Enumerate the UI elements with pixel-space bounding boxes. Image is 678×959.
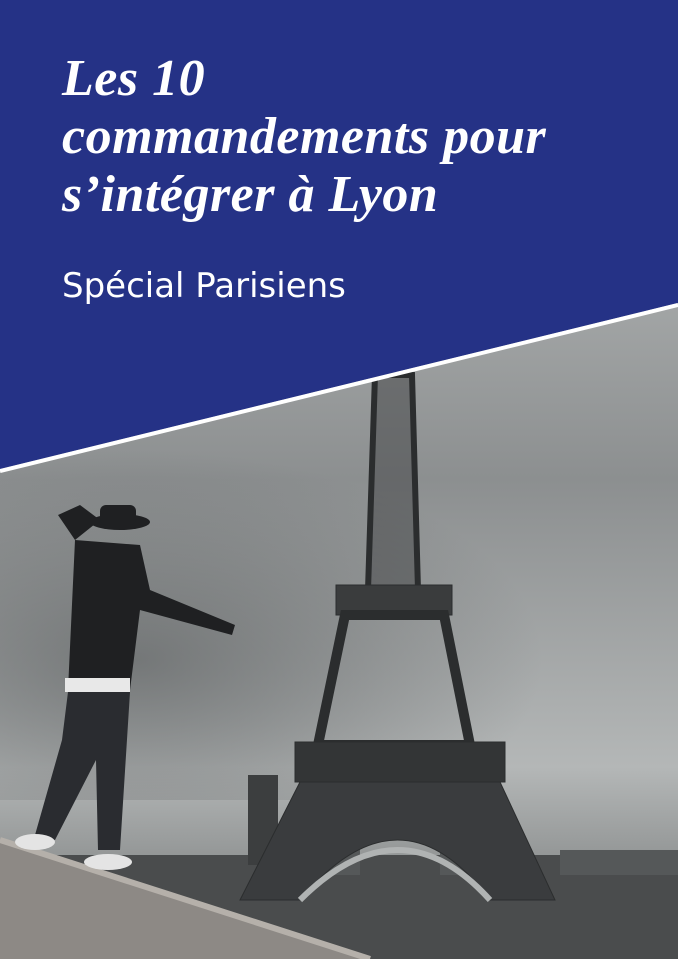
title-line: Les 10 (62, 50, 206, 107)
title-line: commandements pour (62, 108, 547, 165)
title-line: s’intégrer à Lyon (62, 166, 439, 223)
cover-subtitle: Spécial Parisiens (62, 266, 346, 306)
cover-title: Les 10 commandements pour s’intégrer à L… (62, 50, 546, 224)
